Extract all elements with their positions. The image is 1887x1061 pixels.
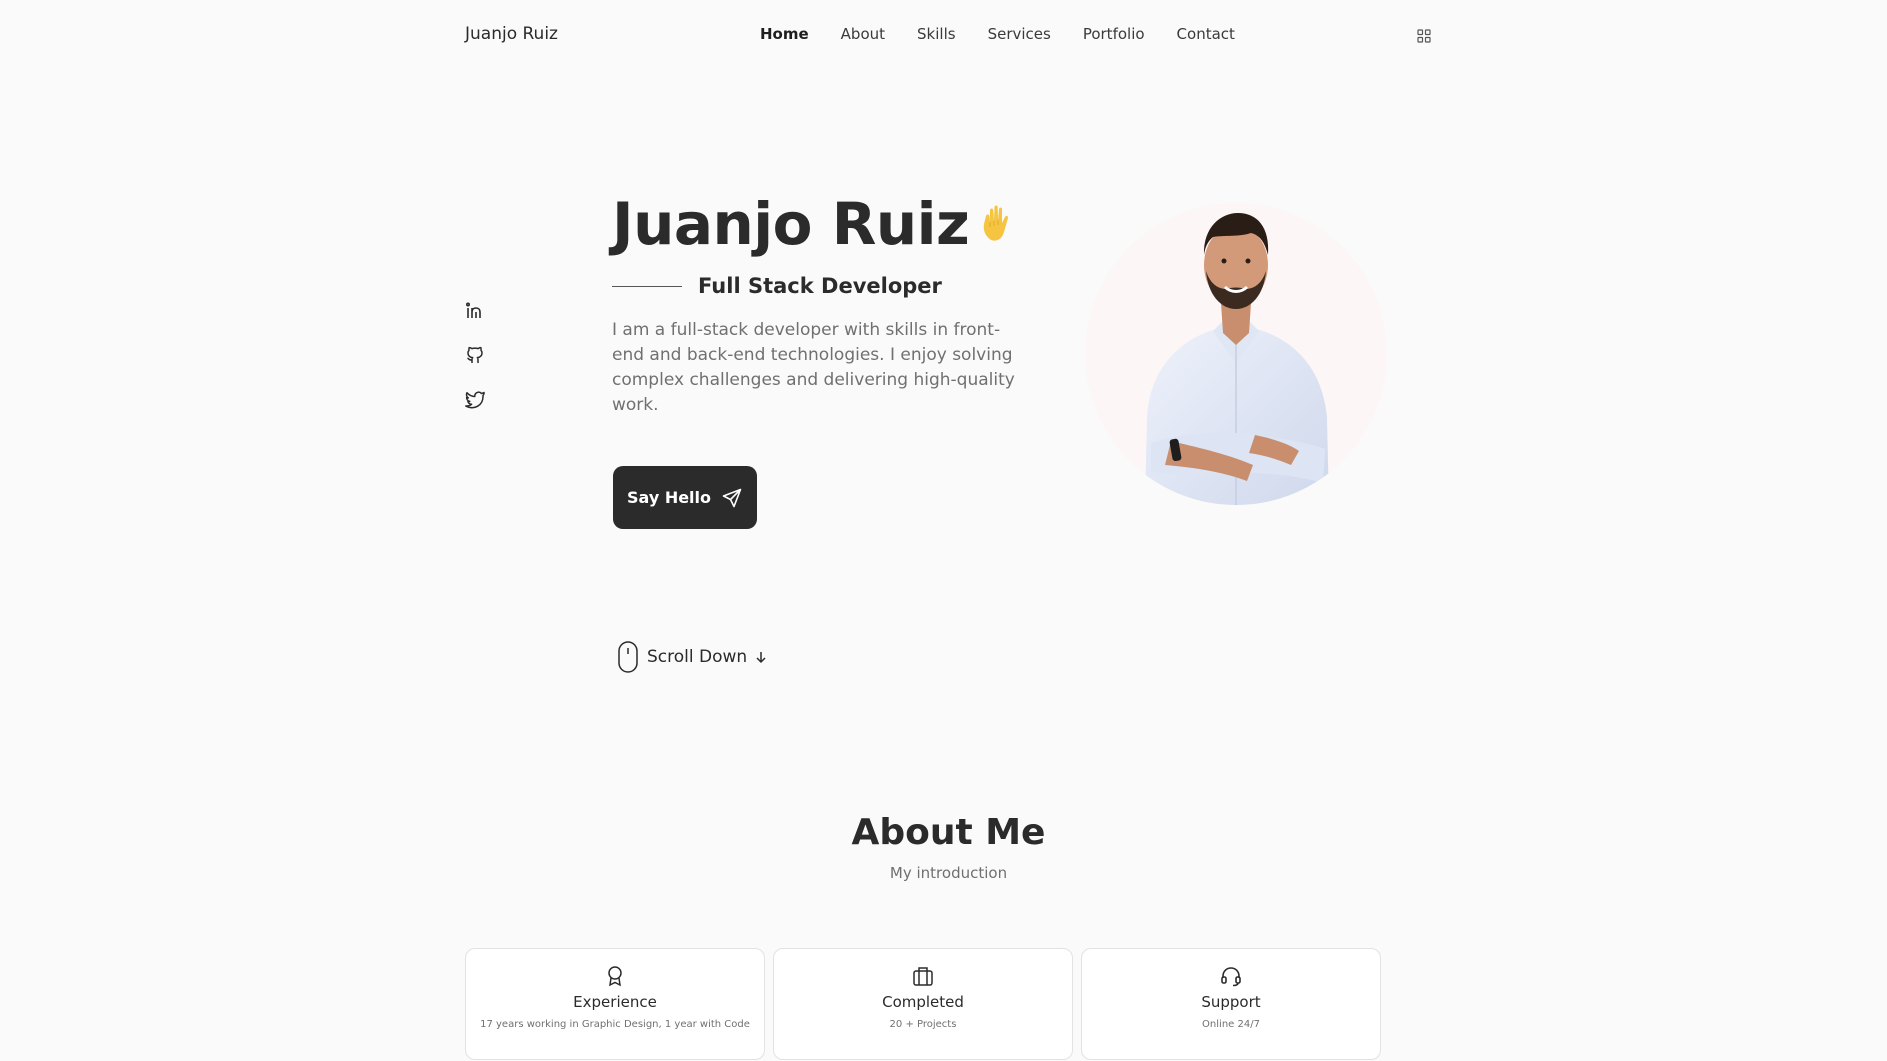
card-title: Support [1201,993,1261,1011]
profile-photo [1085,203,1387,505]
say-hello-button[interactable]: Say Hello [613,466,757,529]
twitter-icon[interactable] [464,388,486,410]
nav-contact[interactable]: Contact [1177,25,1235,43]
nav-portfolio[interactable]: Portfolio [1083,25,1145,43]
nav-about[interactable]: About [841,25,885,43]
nav-home[interactable]: Home [760,25,809,43]
arrow-down-icon [756,652,766,664]
briefcase-icon [913,967,933,986]
hero-subtitle-row: Full Stack Developer [612,274,942,298]
about-cards: Experience 17 years working in Graphic D… [465,948,1381,1060]
hero-subtitle: Full Stack Developer [698,274,942,298]
about-title: About Me [851,812,1046,853]
scroll-down-label: Scroll Down [647,647,748,667]
card-subtitle: Online 24/7 [1202,1019,1260,1030]
mouse-icon [618,641,638,673]
hero-name: Juanjo Ruiz [612,190,1021,258]
nav-skills[interactable]: Skills [917,25,956,43]
about-subtitle: My introduction [889,864,1008,882]
card-subtitle: 17 years working in Graphic Design, 1 ye… [480,1019,750,1030]
github-icon[interactable] [464,344,486,366]
hero-name-text: Juanjo Ruiz [612,190,970,258]
grid-icon[interactable] [1417,28,1431,43]
card-title: Experience [573,993,657,1011]
send-icon [722,488,742,507]
nav-services[interactable]: Services [988,25,1051,43]
about-card-completed: Completed 20 + Projects [773,948,1073,1060]
card-title: Completed [882,993,964,1011]
linkedin-icon[interactable] [464,300,486,322]
card-subtitle: 20 + Projects [889,1019,957,1030]
award-icon [608,966,622,987]
social-links [464,300,486,410]
say-hello-label: Say Hello [626,488,712,507]
main-nav: Home About Skills Services Portfolio Con… [760,25,1235,43]
headset-icon [1221,967,1241,987]
hero-description: I am a full-stack developer with skills … [612,320,1015,415]
site-logo[interactable]: Juanjo Ruiz [465,24,558,44]
about-card-experience: Experience 17 years working in Graphic D… [465,948,765,1060]
site-header: Juanjo Ruiz Home About Skills Services P… [0,0,1887,70]
scroll-down-link[interactable]: Scroll Down [617,640,767,674]
about-card-support: Support Online 24/7 [1081,948,1381,1060]
waving-hand-icon [984,205,1009,241]
subtitle-divider [612,285,682,287]
